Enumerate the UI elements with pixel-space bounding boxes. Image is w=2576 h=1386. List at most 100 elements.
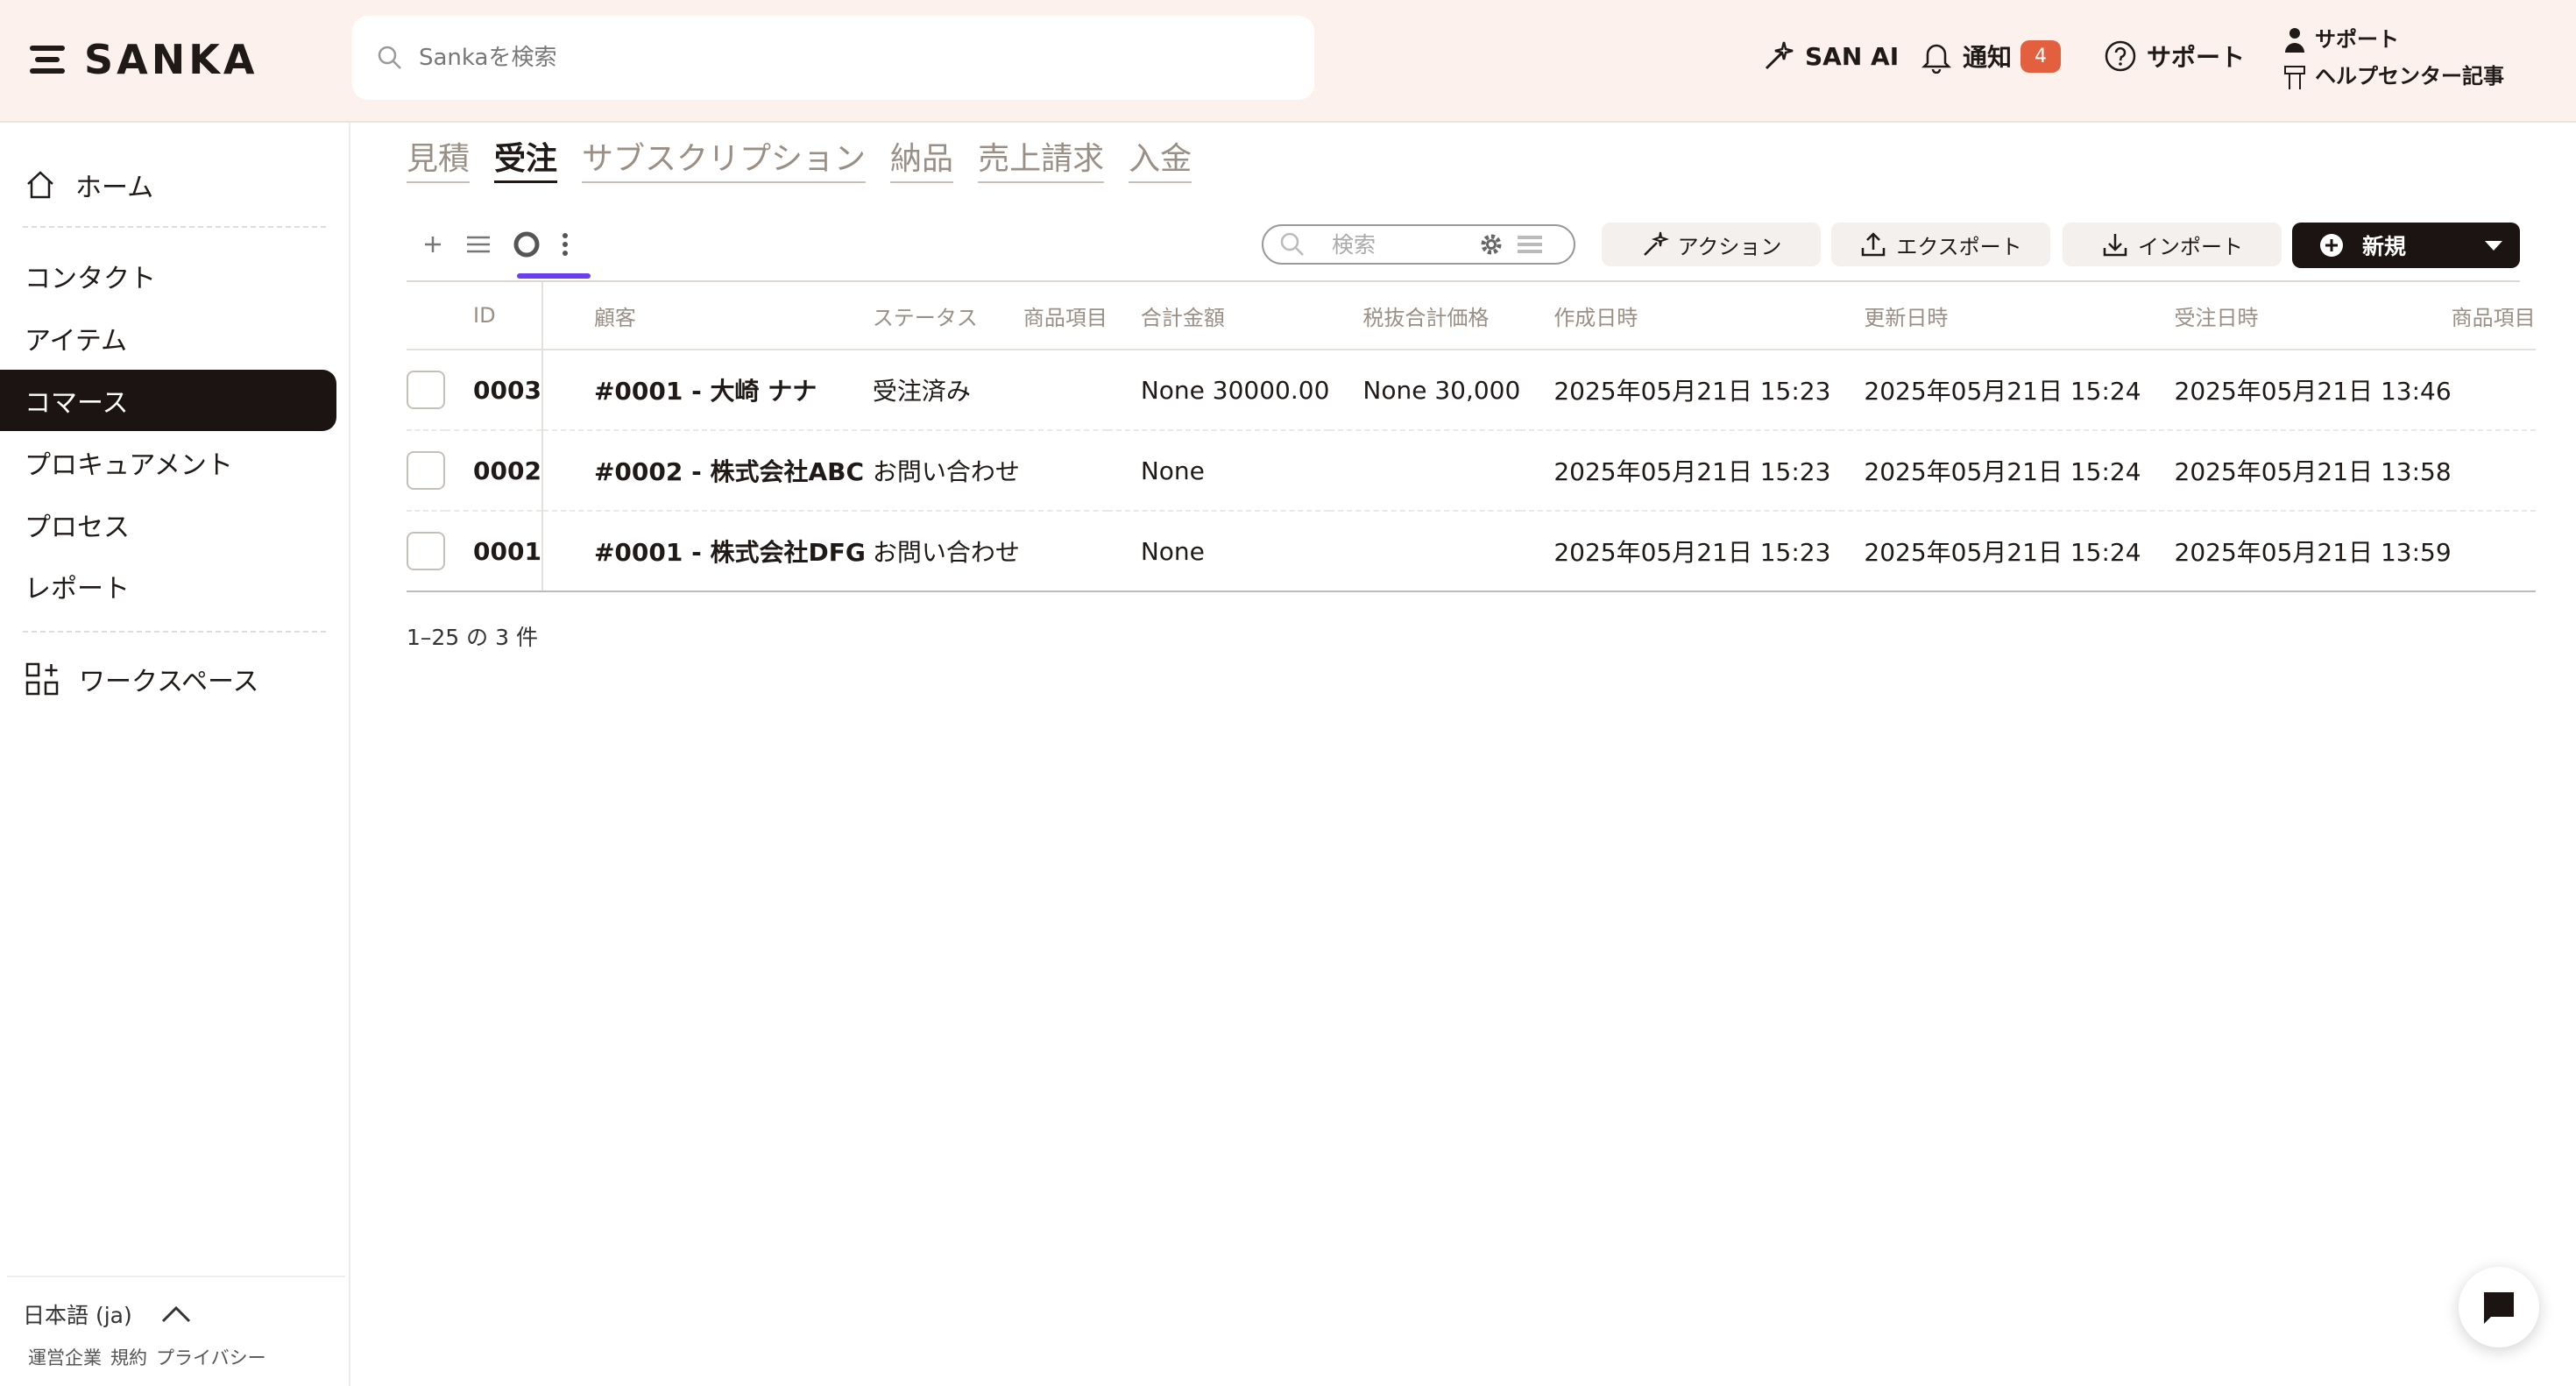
status-cell: 受注済み bbox=[865, 350, 1020, 431]
column-header-ordered[interactable]: 受注日時 bbox=[2141, 282, 2452, 350]
notifications-button[interactable]: 通知 4 bbox=[1919, 39, 2062, 74]
sidebar-footer-divider bbox=[7, 1276, 345, 1277]
help-links: サポート ヘルプセンター記事 bbox=[2283, 21, 2504, 95]
orders-table: ID 顧客 ステータス 商品項目 合計金額 税抜合計価格 作成日時 更新日時 受… bbox=[407, 282, 2536, 592]
support-label: サポート bbox=[2147, 43, 2246, 72]
column-header-created[interactable]: 作成日時 bbox=[1520, 282, 1831, 350]
column-header-status[interactable]: ステータス bbox=[865, 282, 1020, 350]
items-cell bbox=[1019, 350, 1108, 431]
bell-icon bbox=[1921, 44, 1952, 74]
created-cell: 2025年05月21日 15:23 bbox=[1520, 430, 1831, 512]
person-icon bbox=[2285, 28, 2304, 53]
items-cell bbox=[1019, 511, 1108, 592]
column-header-id[interactable]: ID bbox=[445, 282, 543, 350]
active-view-indicator bbox=[517, 273, 591, 279]
sidebar-item-workspace[interactable]: ワークスペース bbox=[0, 648, 336, 710]
action-button[interactable]: アクション bbox=[1602, 223, 1821, 266]
column-header-total[interactable]: 合計金額 bbox=[1107, 282, 1330, 350]
column-header-customer[interactable]: 顧客 bbox=[541, 282, 866, 350]
column-header-items-2[interactable]: 商品項目 bbox=[2451, 282, 2536, 350]
sidebar-item-contacts[interactable]: コンタクト bbox=[0, 245, 336, 307]
view-switcher bbox=[421, 230, 589, 259]
apps-grid-icon bbox=[25, 662, 59, 696]
row-checkbox[interactable] bbox=[407, 451, 445, 490]
new-label: 新規 bbox=[2362, 234, 2407, 259]
sidebar-item-process[interactable]: プロセス bbox=[0, 494, 336, 555]
total-cell: None bbox=[1107, 511, 1330, 592]
total-cell: None bbox=[1107, 430, 1330, 512]
items-2-cell bbox=[2451, 430, 2536, 512]
tab-deliveries[interactable]: 納品 bbox=[890, 133, 954, 183]
sidebar-item-home[interactable]: ホーム bbox=[0, 154, 336, 216]
export-button[interactable]: エクスポート bbox=[1831, 223, 2050, 266]
sidebar-item-commerce[interactable]: コマース bbox=[0, 370, 336, 431]
gear-icon[interactable] bbox=[1477, 230, 1505, 258]
table-search-input[interactable] bbox=[1330, 230, 1474, 258]
menu-icon[interactable] bbox=[30, 40, 65, 79]
global-search-input[interactable] bbox=[417, 44, 1209, 72]
table-row[interactable]: 0003 #0001 - 大崎 ナナ 受注済み None 30000.00 No… bbox=[407, 350, 2536, 431]
tab-estimates[interactable]: 見積 bbox=[407, 133, 471, 183]
help-center-link[interactable]: ヘルプセンター記事 bbox=[2283, 58, 2504, 95]
support-button[interactable]: サポート bbox=[2103, 39, 2245, 74]
order-id[interactable]: 0002 bbox=[445, 430, 543, 512]
tab-subscriptions[interactable]: サブスクリプション bbox=[582, 133, 867, 183]
language-label: 日本語 (ja) bbox=[23, 1303, 132, 1328]
search-icon bbox=[378, 46, 401, 69]
updated-cell: 2025年05月21日 15:24 bbox=[1830, 430, 2141, 512]
san-ai-button[interactable]: SAN AI bbox=[1761, 39, 1899, 74]
sidebar-item-label: ワークスペース bbox=[79, 667, 259, 697]
terms-link[interactable]: 規約 bbox=[110, 1347, 147, 1368]
san-ai-label: SAN AI bbox=[1805, 41, 1900, 71]
signpost-icon bbox=[2284, 66, 2305, 89]
tab-invoices[interactable]: 売上請求 bbox=[978, 133, 1105, 183]
table-header-row: ID 顧客 ステータス 商品項目 合計金額 税抜合計価格 作成日時 更新日時 受… bbox=[407, 282, 2536, 350]
language-selector[interactable]: 日本語 (ja) bbox=[23, 1298, 192, 1330]
help-circle-icon bbox=[2105, 40, 2136, 72]
customer-cell[interactable]: #0001 - 大崎 ナナ bbox=[541, 350, 866, 431]
table-row[interactable]: 0002 #0002 - 株式会社ABC お問い合わせ None 2025年05… bbox=[407, 430, 2536, 512]
chat-icon bbox=[2484, 1292, 2514, 1324]
import-label: インポート bbox=[2138, 234, 2243, 259]
sidebar-item-items[interactable]: アイテム bbox=[0, 308, 336, 369]
row-checkbox[interactable] bbox=[407, 371, 445, 409]
notification-count-badge: 4 bbox=[2020, 39, 2062, 73]
company-link[interactable]: 運営企業 bbox=[28, 1347, 102, 1368]
sidebar: ホーム コンタクト アイテム コマース プロキュアメント プロセス レポート ワ… bbox=[0, 123, 350, 1386]
order-id[interactable]: 0001 bbox=[445, 511, 543, 592]
circle-view-icon[interactable] bbox=[512, 230, 541, 259]
tab-orders[interactable]: 受注 bbox=[494, 133, 558, 183]
table-search[interactable] bbox=[1262, 224, 1575, 265]
sidebar-divider bbox=[23, 631, 326, 633]
filter-lines-icon[interactable] bbox=[1516, 232, 1544, 257]
tab-payments[interactable]: 入金 bbox=[1129, 133, 1192, 183]
logo[interactable]: SANKA bbox=[30, 32, 258, 88]
order-id[interactable]: 0003 bbox=[445, 350, 543, 431]
caret-down-icon[interactable] bbox=[2483, 238, 2504, 252]
add-view-icon[interactable] bbox=[421, 232, 445, 257]
logo-text: SANKA bbox=[84, 36, 258, 83]
more-vertical-icon[interactable] bbox=[561, 231, 570, 258]
new-button[interactable]: 新規 bbox=[2292, 223, 2520, 268]
column-header-items[interactable]: 商品項目 bbox=[1019, 282, 1108, 350]
updated-cell: 2025年05月21日 15:24 bbox=[1830, 511, 2141, 592]
chat-launcher[interactable] bbox=[2459, 1267, 2539, 1347]
import-button[interactable]: インポート bbox=[2063, 223, 2282, 266]
created-cell: 2025年05月21日 15:23 bbox=[1520, 350, 1831, 431]
row-checkbox[interactable] bbox=[407, 532, 445, 570]
global-search[interactable] bbox=[352, 16, 1314, 100]
table-row[interactable]: 0001 #0001 - 株式会社DFG お問い合わせ None 2025年05… bbox=[407, 511, 2536, 592]
search-icon bbox=[1280, 232, 1304, 256]
customer-cell[interactable]: #0002 - 株式会社ABC bbox=[541, 430, 866, 512]
column-header-subtotal[interactable]: 税抜合計価格 bbox=[1329, 282, 1521, 350]
privacy-link[interactable]: プライバシー bbox=[156, 1347, 266, 1368]
customer-cell[interactable]: #0001 - 株式会社DFG bbox=[541, 511, 866, 592]
sidebar-item-procurement[interactable]: プロキュアメント bbox=[0, 432, 336, 493]
sidebar-item-label: コマース bbox=[25, 388, 129, 419]
list-view-icon[interactable] bbox=[464, 232, 492, 257]
select-all-header bbox=[407, 282, 445, 350]
support-link[interactable]: サポート bbox=[2283, 21, 2504, 58]
sidebar-item-reports[interactable]: レポート bbox=[0, 555, 336, 617]
subtotal-cell bbox=[1329, 430, 1521, 512]
column-header-updated[interactable]: 更新日時 bbox=[1830, 282, 2141, 350]
